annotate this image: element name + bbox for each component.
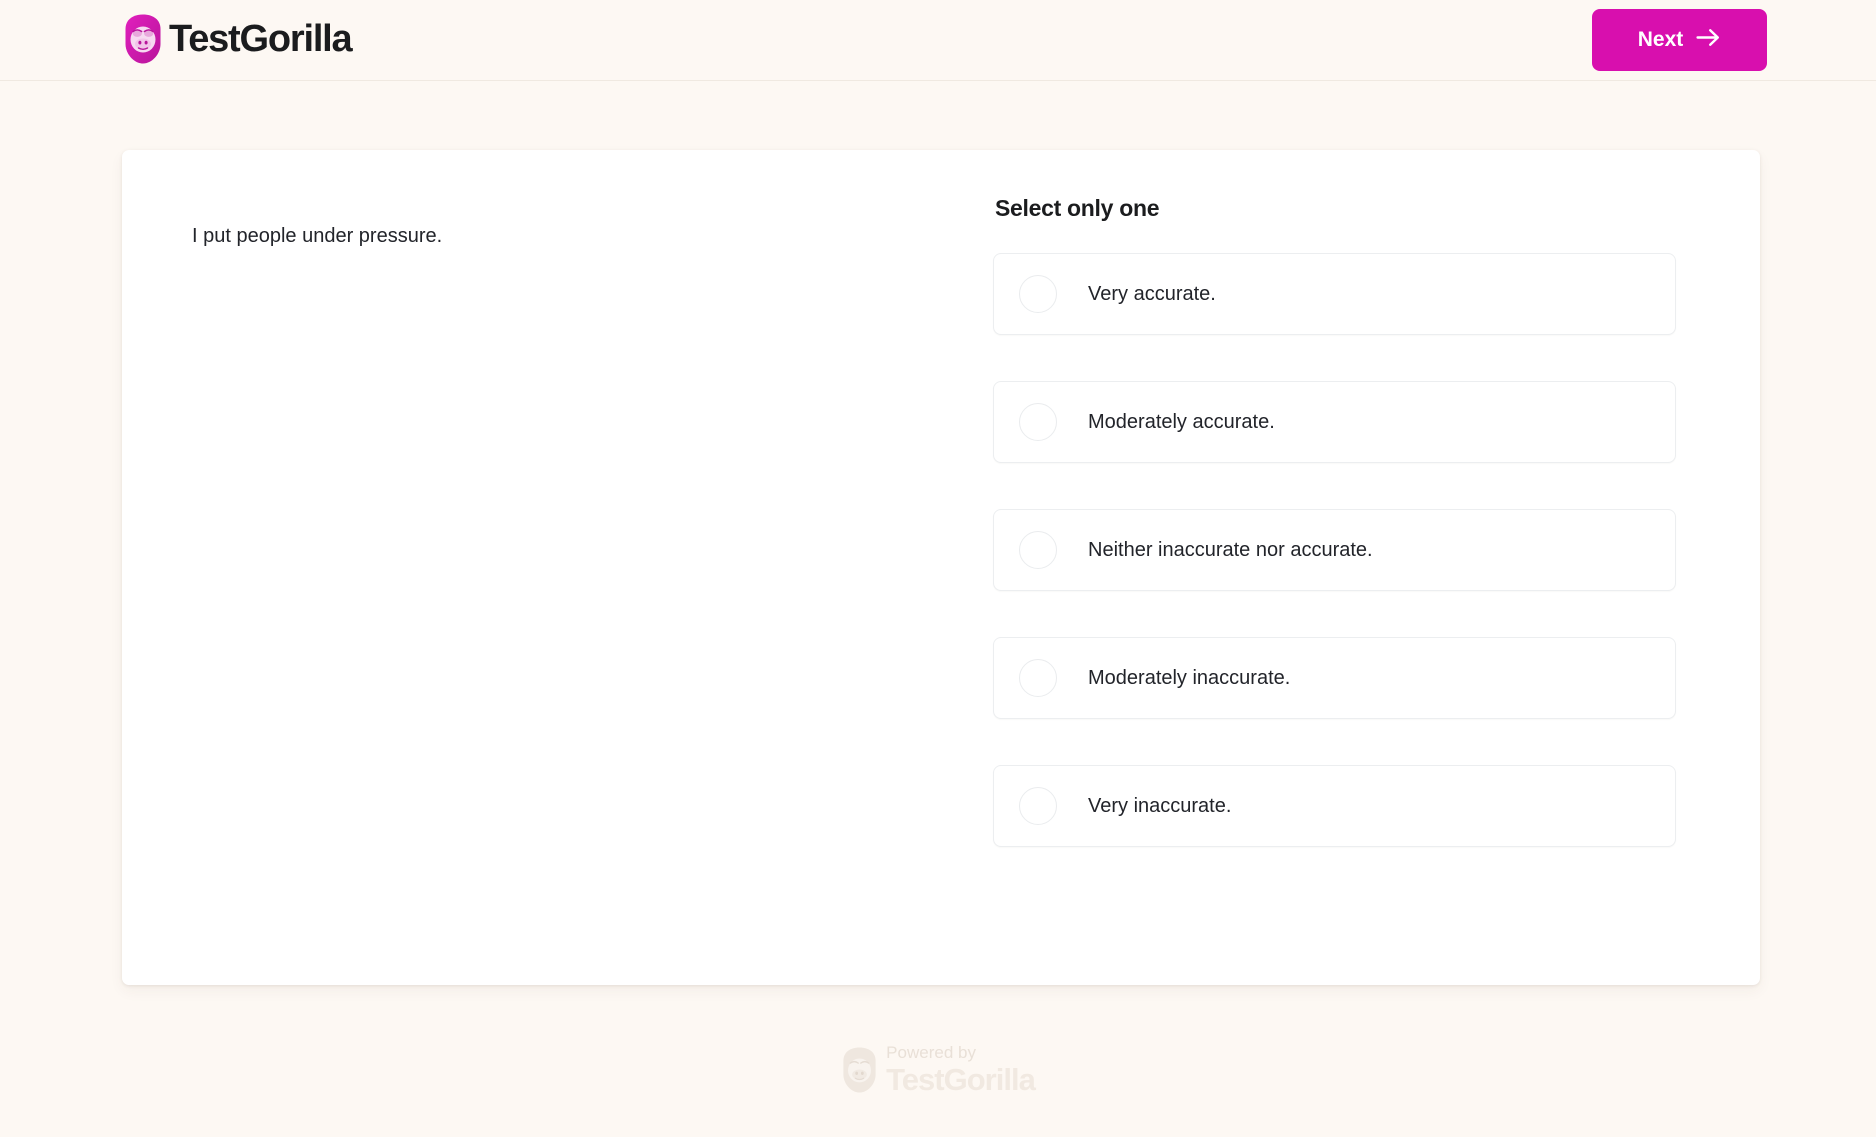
gorilla-head-icon: [124, 14, 162, 64]
logo-wordmark: TestGorilla: [169, 18, 353, 60]
footer-brand-wordmark: TestGorilla: [886, 1062, 1036, 1098]
next-button[interactable]: Next: [1592, 9, 1767, 71]
radio-button[interactable]: [1019, 659, 1057, 697]
option-label: Very accurate.: [1088, 282, 1216, 305]
arrow-right-icon: [1696, 28, 1721, 53]
gorilla-head-icon: [841, 1047, 878, 1093]
question-text: I put people under pressure.: [192, 225, 443, 247]
app-header: TestGorilla Next: [0, 0, 1876, 81]
radio-button[interactable]: [1019, 787, 1057, 825]
question-card: I put people under pressure. Select only…: [122, 150, 1760, 985]
option-label: Moderately inaccurate.: [1088, 666, 1291, 689]
option-label: Very inaccurate.: [1088, 794, 1232, 817]
radio-button[interactable]: [1019, 403, 1057, 441]
radio-button[interactable]: [1019, 275, 1057, 313]
answers-heading: Select only one: [995, 195, 1160, 221]
radio-button[interactable]: [1019, 531, 1057, 569]
testgorilla-logo: TestGorilla: [124, 14, 353, 64]
option-label: Moderately accurate.: [1088, 410, 1275, 433]
powered-by-label: Powered by: [886, 1043, 976, 1062]
next-button-label: Next: [1637, 28, 1684, 51]
powered-by-texts: Powered by TestGorilla: [886, 1043, 1036, 1098]
option-card[interactable]: Very inaccurate.: [993, 765, 1676, 847]
powered-by-footer: Powered by TestGorilla: [0, 1043, 1876, 1095]
answers-column: Select only one Very accurate. Moderatel…: [993, 195, 1676, 847]
option-card[interactable]: Moderately accurate.: [993, 381, 1676, 463]
option-card[interactable]: Neither inaccurate nor accurate.: [993, 509, 1676, 591]
option-label: Neither inaccurate nor accurate.: [1088, 538, 1373, 561]
option-card[interactable]: Very accurate.: [993, 253, 1676, 335]
option-card[interactable]: Moderately inaccurate.: [993, 637, 1676, 719]
powered-by-logo: Powered by TestGorilla: [841, 1043, 1036, 1098]
